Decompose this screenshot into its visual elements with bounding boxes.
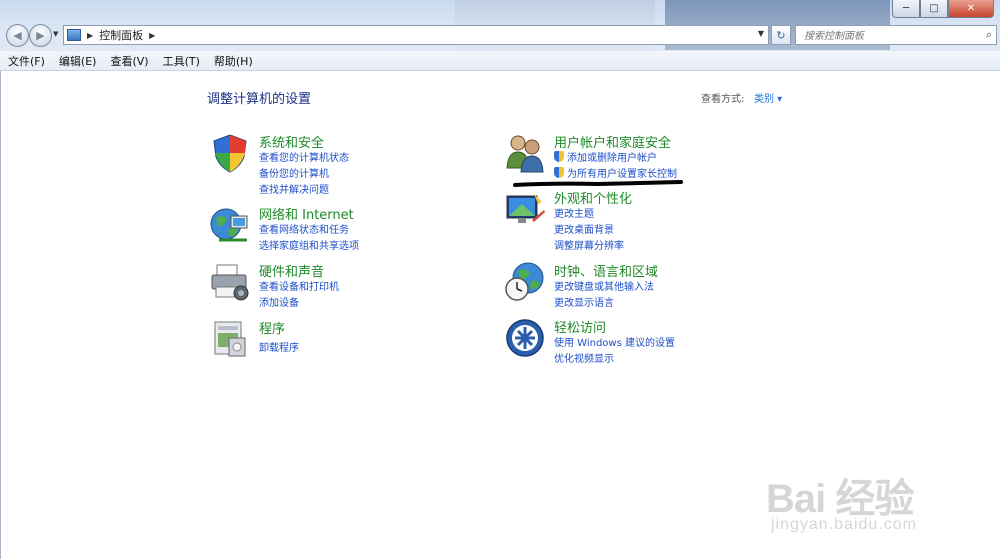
- page-title: 调整计算机的设置: [207, 92, 312, 107]
- search-icon[interactable]: ⌕: [986, 28, 992, 42]
- back-arrow-icon: ◀: [13, 29, 22, 42]
- chevron-right-icon[interactable]: ▶: [87, 31, 93, 40]
- menu-bar: 文件(F) 编辑(E) 查看(V) 工具(T) 帮助(H): [0, 51, 1000, 71]
- back-button[interactable]: ◀: [6, 24, 29, 47]
- control-panel-icon: [67, 29, 81, 41]
- menu-view[interactable]: 查看(V): [102, 53, 154, 69]
- refresh-button[interactable]: ↻: [771, 25, 791, 45]
- refresh-icon: ↻: [776, 28, 786, 42]
- link-recommended-settings[interactable]: 使用 Windows 建议的设置: [554, 334, 675, 349]
- search-box[interactable]: ⌕: [795, 25, 997, 45]
- link-change-keyboard[interactable]: 更改键盘或其他输入法: [554, 278, 654, 293]
- menu-tools[interactable]: 工具(T): [155, 53, 206, 69]
- address-bar[interactable]: ▶ 控制面板 ▶ ▼: [63, 25, 769, 45]
- link-parental-controls[interactable]: 为所有用户设置家长控制: [554, 165, 677, 180]
- forward-button[interactable]: ▶: [29, 24, 52, 47]
- view-by-dropdown[interactable]: 类别 ▾: [754, 90, 782, 105]
- clock-globe-icon: [505, 262, 544, 301]
- link-homegroup-sharing[interactable]: 选择家庭组和共享选项: [259, 237, 359, 252]
- pen-annotation-stroke: [513, 180, 683, 187]
- maximize-button[interactable]: □: [920, 0, 948, 18]
- link-uninstall-program[interactable]: 卸载程序: [259, 339, 299, 354]
- appearance-monitor-icon: [506, 194, 545, 223]
- link-change-background[interactable]: 更改桌面背景: [554, 221, 614, 236]
- close-button[interactable]: ✕: [948, 0, 994, 18]
- uac-shield-icon: [554, 167, 564, 178]
- breadcrumb-control-panel[interactable]: 控制面板: [99, 27, 143, 43]
- search-input[interactable]: [802, 27, 976, 45]
- menu-edit[interactable]: 编辑(E): [51, 53, 103, 69]
- network-globe-icon: [210, 208, 248, 242]
- baidu-watermark: Bai 经验 jingyan.baidu.com: [766, 466, 916, 533]
- address-dropdown-icon[interactable]: ▼: [758, 29, 764, 38]
- link-label[interactable]: 为所有用户设置家长控制: [567, 169, 677, 180]
- link-label[interactable]: 添加或删除用户帐户: [567, 153, 657, 164]
- link-add-remove-users[interactable]: 添加或删除用户帐户: [554, 149, 657, 164]
- link-view-computer-status[interactable]: 查看您的计算机状态: [259, 149, 349, 164]
- watermark-brand: Bai 经验: [766, 477, 914, 521]
- shield-icon: [213, 134, 247, 173]
- watermark-url: jingyan.baidu.com: [771, 516, 917, 533]
- programs-icon: [214, 321, 246, 357]
- link-backup-computer[interactable]: 备份您的计算机: [259, 165, 329, 180]
- ease-of-access-icon: [506, 319, 544, 357]
- link-troubleshoot[interactable]: 查找并解决问题: [259, 181, 329, 196]
- uac-shield-icon: [554, 151, 564, 162]
- category-title[interactable]: 程序: [259, 318, 285, 337]
- printer-icon: [211, 264, 249, 301]
- link-change-display-language[interactable]: 更改显示语言: [554, 294, 614, 309]
- link-devices-printers[interactable]: 查看设备和打印机: [259, 278, 339, 293]
- forward-arrow-icon: ▶: [36, 29, 45, 42]
- menu-file[interactable]: 文件(F): [0, 53, 51, 69]
- link-change-theme[interactable]: 更改主题: [554, 205, 594, 220]
- users-icon: [506, 135, 544, 173]
- minimize-button[interactable]: ─: [892, 0, 920, 18]
- window-controls: ─ □ ✕: [892, 0, 994, 18]
- link-screen-resolution[interactable]: 调整屏幕分辨率: [554, 237, 624, 252]
- menu-help[interactable]: 帮助(H): [206, 53, 259, 69]
- chevron-right-icon[interactable]: ▶: [149, 31, 155, 40]
- view-by-label: 查看方式:: [701, 94, 745, 105]
- link-view-network-status[interactable]: 查看网络状态和任务: [259, 221, 349, 236]
- recent-pages-dropdown[interactable]: ▼: [53, 30, 58, 38]
- link-add-device[interactable]: 添加设备: [259, 294, 299, 309]
- navigation-bar: ◀ ▶ ▼ ▶ 控制面板 ▶ ▼ ↻ ⌕: [0, 22, 1000, 48]
- link-optimize-video[interactable]: 优化视频显示: [554, 350, 614, 365]
